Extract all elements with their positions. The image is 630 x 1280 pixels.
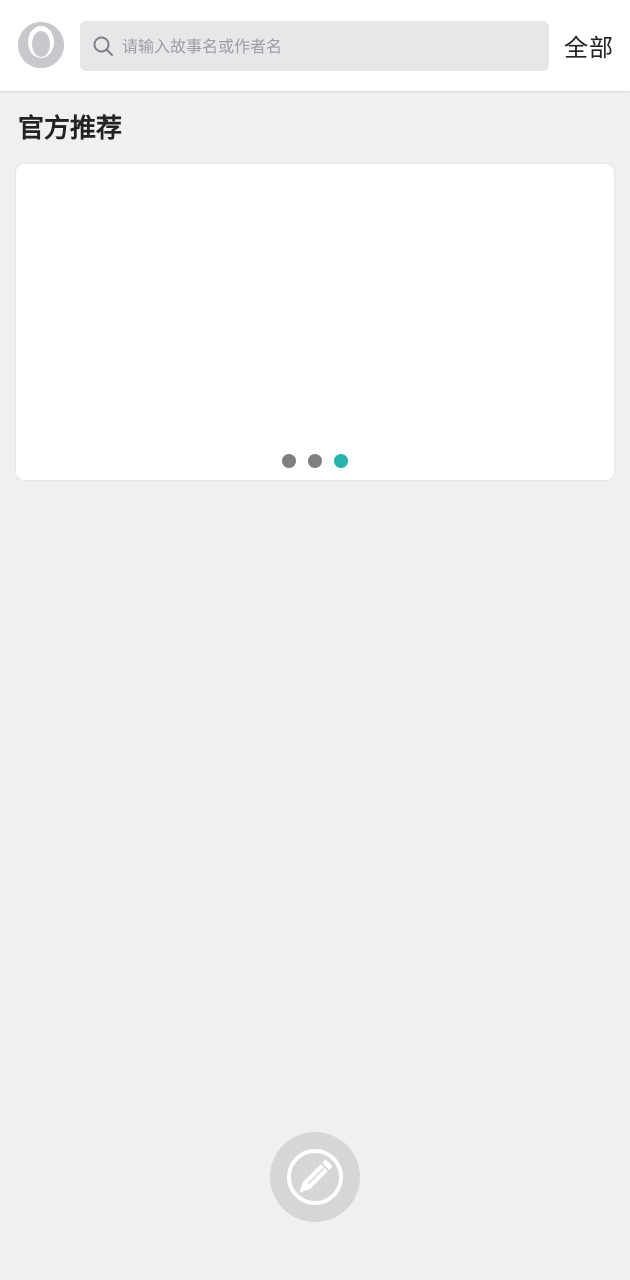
compose-button[interactable] [270, 1132, 360, 1222]
recommend-carousel[interactable] [16, 164, 614, 480]
carousel-pagination [16, 454, 614, 468]
search-input[interactable] [120, 35, 524, 57]
user-avatar-icon [18, 22, 64, 68]
search-icon [92, 35, 114, 57]
search-bar[interactable] [80, 21, 549, 71]
carousel-dot[interactable] [282, 454, 296, 468]
user-avatar[interactable] [18, 22, 64, 68]
edit-pencil-icon [287, 1149, 343, 1205]
carousel-dot-active[interactable] [334, 454, 348, 468]
all-categories-link[interactable]: 全部 [564, 28, 614, 63]
section-title-official-recommend: 官方推荐 [18, 114, 123, 144]
carousel-dot[interactable] [308, 454, 322, 468]
top-bar: 全部 [0, 0, 630, 91]
